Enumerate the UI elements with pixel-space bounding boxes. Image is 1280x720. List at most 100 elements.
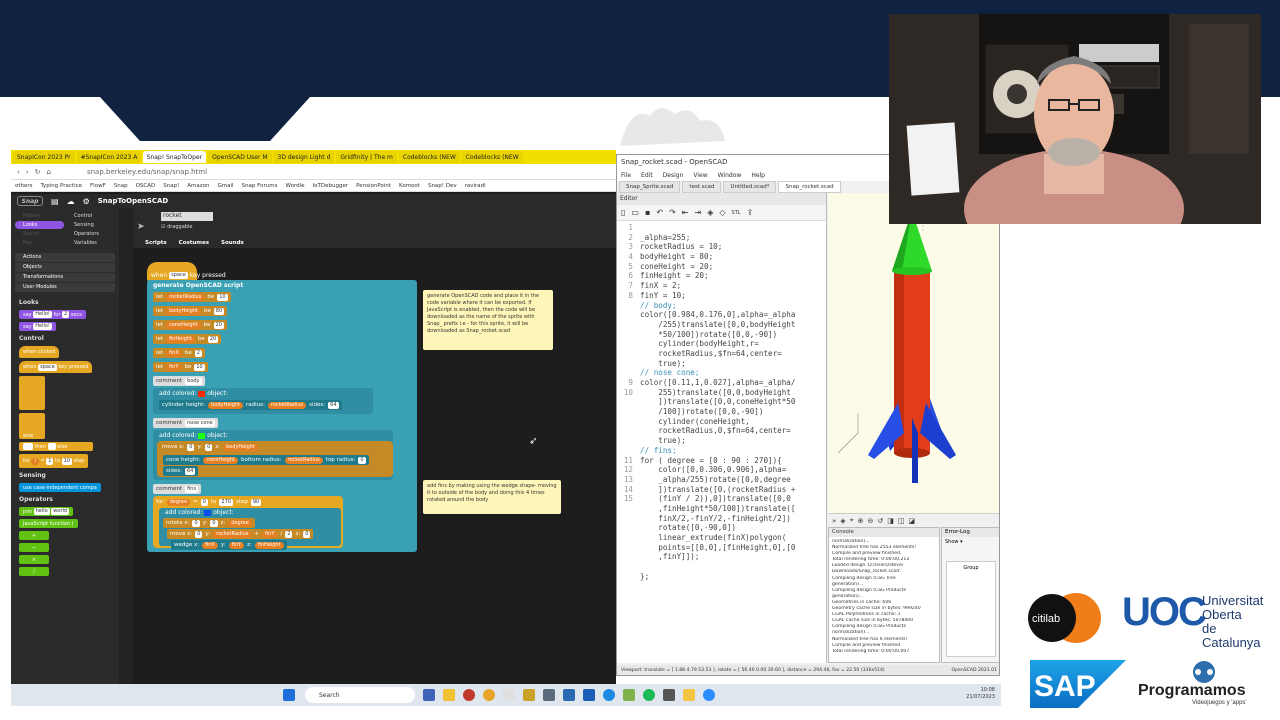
app-icon[interactable] [563,689,575,701]
bookmark[interactable]: raviradi [465,183,486,189]
app-icon[interactable] [423,689,435,701]
app-icon[interactable] [663,689,675,701]
category-motion[interactable]: Motion [15,212,64,220]
comment-block-nose[interactable]: comment nose cone [153,418,218,428]
bookmark[interactable]: PensionPoint [356,183,391,189]
cylinder-block[interactable]: cylinder height: bodyHeight radius: rocketR… [159,400,342,410]
view-right-icon[interactable]: ◨ [887,517,894,525]
move-block[interactable]: move x: 0 y: 0 z: bodyHeight [159,442,261,452]
app-icon[interactable] [503,689,515,701]
say-for-block[interactable]: say Hello! for 2 secs [19,310,86,319]
browser-tab[interactable]: OpenSCAD User M [208,151,272,163]
let-row[interactable]: let rocketRadius be 10 [153,292,231,302]
category-pen[interactable]: Pen [15,239,64,247]
chrome-icon[interactable] [483,689,495,701]
let-row[interactable]: let finY be 10 [153,362,208,372]
bookmark[interactable]: Snap Forums [242,183,278,189]
folder-icon[interactable] [443,689,455,701]
for-loop-block[interactable]: for i = 1 to 10 step [19,454,89,468]
file-icon[interactable]: ▤ [51,197,59,206]
bookmark[interactable]: Wordle [285,183,304,189]
bookmark[interactable]: OSCAD [136,183,156,189]
comment-note-generate[interactable]: generate OpenSCAD code and place it in t… [423,290,553,350]
reset-view-icon[interactable]: ↺ [877,517,883,525]
undo-icon[interactable]: ↶ [656,208,663,217]
preview-icon[interactable]: » [832,517,836,525]
when-key-hat[interactable]: when space key pressed [147,270,230,280]
category-sensing[interactable]: Sensing [66,221,115,229]
render-icon[interactable]: ◇ [719,208,725,217]
let-row[interactable]: let finHeight be 20 [153,334,222,344]
category-actions[interactable]: Actions [15,253,115,262]
category-variables[interactable]: Variables [66,239,115,247]
menu-view[interactable]: View [693,172,707,179]
script-area[interactable]: when space key pressed generate OpenSCAD… [133,248,616,706]
let-row[interactable]: let bodyHeight be 80 [153,306,228,316]
taskbar-search[interactable]: Search [305,687,415,703]
browser-tab[interactable]: #SnapICon 2023 A [76,151,141,163]
zoom-in-icon[interactable]: ⊕ [858,517,864,525]
say-block[interactable]: say Hello! [19,322,56,331]
opera-icon[interactable] [463,689,475,701]
file-tab[interactable]: Snap_Sprite.scad [619,181,681,193]
app-icon[interactable] [543,689,555,701]
error-log-show-select[interactable]: Show ▾ [942,537,999,547]
edge-icon[interactable] [603,689,615,701]
rotate-block[interactable]: rotate x: 0 y: 0 z: degree [163,518,255,528]
app-icon[interactable] [523,689,535,701]
spotify-icon[interactable] [643,689,655,701]
bookmark[interactable]: Amazon [187,183,209,189]
for-degree-block[interactable]: for degree = 0 to 270 step 90 [153,497,264,507]
bookmark[interactable]: Gmail [218,183,234,189]
app-icon[interactable] [623,689,635,701]
category-objects[interactable]: Objects [15,263,115,272]
times-block[interactable]: × [19,555,49,564]
settings-gear-icon[interactable]: ⚙ [83,197,90,206]
tab-sounds[interactable]: Sounds [221,240,244,246]
category-looks[interactable]: Looks [15,221,64,229]
reload-icon[interactable]: ↻ [35,168,41,176]
view-bottom-icon[interactable]: ◪ [909,517,916,525]
menu-file[interactable]: File [621,172,631,179]
comment-block-body[interactable]: comment body [153,376,205,386]
draggable-checkbox[interactable]: ☑ draggable [161,224,192,230]
cone-block[interactable]: cone height: coneHeight bottom radius: rock… [163,455,369,465]
when-key-pressed-block[interactable]: when space key pressed [19,361,93,373]
new-file-icon[interactable]: ▯ [621,208,625,217]
unindent-icon[interactable]: ⇤ [682,208,689,217]
tab-costumes[interactable]: Costumes [179,240,209,246]
indent-icon[interactable]: ⇥ [695,208,702,217]
forward-icon[interactable]: › [26,168,29,176]
zoom-icon[interactable] [703,689,715,701]
divide-block[interactable]: / [19,567,49,576]
file-tab[interactable]: test.scad [682,181,722,193]
snap-logo[interactable]: Snap [17,196,43,206]
browser-tab[interactable]: 3D design Light d [273,151,335,163]
app-icon[interactable] [683,689,695,701]
redo-icon[interactable]: ↷ [669,208,676,217]
if-then-else-reporter[interactable]: then else [19,442,93,451]
javascript-function-block[interactable]: JavaScript function ( [19,519,78,528]
app-icon[interactable] [583,689,595,701]
menu-help[interactable]: Help [751,172,765,179]
let-row[interactable]: let finX be 2 [153,348,205,358]
category-control[interactable]: Control [66,212,115,220]
3d-viewport[interactable] [828,193,999,513]
browser-tab[interactable]: Codeblocks (NEW [398,151,460,163]
view-top-icon[interactable]: ◫ [898,517,905,525]
bookmark[interactable]: IoTDebugger [313,183,349,189]
browser-tab[interactable]: Gridfinity | The m [336,151,397,163]
send-icon[interactable]: ⇪ [747,208,754,217]
minus-block[interactable]: − [19,543,49,552]
code-editor[interactable]: 1 2 3 4 5 6 7 8 9 10 11 12 13 14 15 _alpha=255; rocketR… [617,223,827,663]
forever-block[interactable] [19,376,45,410]
if-else-block[interactable]: else [19,413,45,439]
export-stl-icon[interactable]: STL [732,210,741,216]
browser-tab-active[interactable]: Snap! SnapToOper [142,151,207,163]
browser-tab[interactable]: Codeblocks (NEW [461,151,523,163]
bookmark[interactable]: Snap! Dev [428,183,457,189]
back-icon[interactable]: ‹ [17,168,20,176]
save-icon[interactable]: ▪ [645,208,650,217]
file-tab[interactable]: Untitled.scad* [723,181,777,193]
open-file-icon[interactable]: ▭ [631,208,639,217]
